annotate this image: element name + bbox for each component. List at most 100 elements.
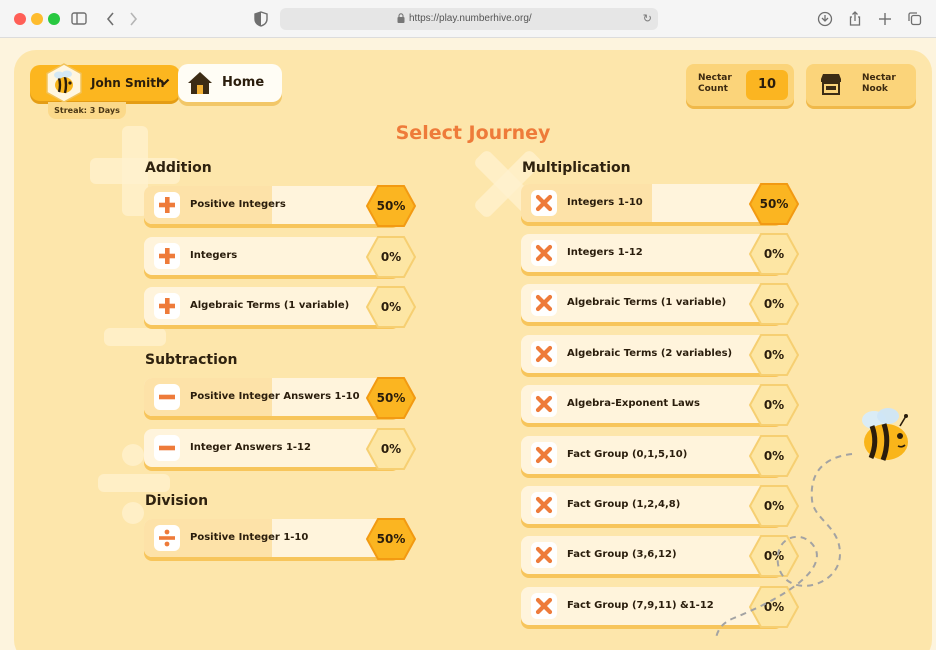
progress-badge: 50%: [366, 377, 416, 419]
streak-badge: Streak: 3 Days: [48, 102, 126, 119]
window-minimize-button[interactable]: [31, 13, 43, 25]
window-close-button[interactable]: [14, 13, 26, 25]
divide-dot-decoration: [122, 502, 144, 524]
journey-label: Positive Integer 1-10: [190, 532, 309, 543]
progress-track: [521, 184, 783, 222]
journey-row[interactable]: Integers 0%: [144, 236, 416, 279]
journey-label: Integers 1-10: [567, 197, 643, 208]
home-label: Home: [222, 75, 265, 90]
progress-percent: 50%: [759, 197, 789, 211]
journey-label: Integer Answers 1-12: [190, 442, 311, 453]
progress-percent: 50%: [376, 532, 406, 546]
journey-label: Fact Group (7,9,11) &1-12: [567, 600, 714, 611]
journey-label: Fact Group (1,2,4,8): [567, 499, 681, 510]
journey-label: Integers: [190, 250, 238, 261]
progress-percent: 0%: [763, 348, 785, 362]
journey-row[interactable]: Algebraic Terms (1 variable) 0%: [521, 283, 799, 326]
divide-decoration: [98, 474, 170, 492]
journey-row[interactable]: Algebraic Terms (1 variable) 0%: [144, 286, 416, 329]
journey-label: Fact Group (3,6,12): [567, 549, 677, 560]
progress-badge: 0%: [749, 233, 799, 275]
minus-decoration: [104, 328, 166, 346]
nectar-count-label: Nectar Count: [698, 73, 732, 94]
tab-overview-icon[interactable]: [904, 8, 926, 30]
nectar-nook-label: Nectar Nook: [862, 73, 896, 94]
lock-icon: [397, 13, 405, 23]
times-icon: [531, 341, 557, 367]
progress-badge: 0%: [366, 286, 416, 328]
journey-label: Algebraic Terms (1 variable): [190, 300, 350, 311]
journey-row[interactable]: Positive Integer Answers 1-10 50%: [144, 377, 416, 420]
chevron-down-icon: [158, 78, 170, 86]
page-title: Select Journey: [395, 122, 551, 144]
section-title-addition: Addition: [145, 160, 212, 176]
privacy-shield-icon[interactable]: [250, 8, 272, 30]
progress-badge: 0%: [749, 283, 799, 325]
times-icon: [531, 290, 557, 316]
nectar-count-panel: Nectar Count 10: [686, 64, 794, 106]
user-menu-button[interactable]: John Smith: [30, 63, 180, 103]
progress-badge: 0%: [366, 236, 416, 278]
nectar-nook-button[interactable]: Nectar Nook: [806, 64, 916, 106]
progress-percent: 0%: [763, 297, 785, 311]
journey-row[interactable]: Algebraic Terms (2 variables) 0%: [521, 334, 799, 377]
section-title-subtraction: Subtraction: [145, 352, 238, 368]
section-title-multiplication: Multiplication: [522, 160, 631, 176]
user-name: John Smith: [91, 76, 165, 90]
sidebar-toggle-icon[interactable]: [68, 8, 90, 30]
back-icon[interactable]: [100, 8, 122, 30]
forward-icon[interactable]: [122, 8, 144, 30]
journey-row[interactable]: Integers 1-10 50%: [521, 183, 799, 226]
journey-row[interactable]: Integers 1-12 0%: [521, 233, 799, 276]
new-tab-icon[interactable]: [874, 8, 896, 30]
journey-label: Algebraic Terms (2 variables): [567, 348, 733, 359]
bee-flight-path: [715, 453, 853, 639]
progress-percent: 50%: [376, 391, 406, 405]
progress-percent: 0%: [763, 398, 785, 412]
progress-badge: 0%: [366, 428, 416, 470]
home-button[interactable]: Home: [178, 64, 282, 102]
journey-row[interactable]: Positive Integers 50%: [144, 185, 416, 228]
browser-toolbar: https://play.numberhive.org/ ↻: [0, 0, 936, 38]
divide-dot-decoration: [122, 444, 144, 466]
minus-icon: [154, 384, 180, 410]
section-title-division: Division: [145, 493, 209, 509]
bee-avatar-icon: [46, 63, 82, 103]
progress-percent: 0%: [380, 442, 402, 456]
journey-label: Positive Integers: [190, 199, 286, 210]
times-icon: [531, 391, 557, 417]
journey-row[interactable]: Positive Integer 1-10 50%: [144, 518, 416, 561]
times-icon: [531, 492, 557, 518]
progress-percent: 0%: [380, 300, 402, 314]
minus-icon: [154, 435, 180, 461]
shop-icon: [821, 74, 841, 95]
progress-track: [521, 234, 783, 272]
progress-percent: 50%: [376, 199, 406, 213]
progress-badge: 50%: [366, 518, 416, 560]
plus-icon: [154, 192, 180, 218]
progress-track: [144, 237, 400, 275]
journey-label: Fact Group (0,1,5,10): [567, 449, 688, 460]
app-viewport: John Smith Streak: 3 Days Home Nectar Cou…: [0, 38, 936, 650]
download-icon[interactable]: [814, 8, 836, 30]
progress-percent: 0%: [380, 250, 402, 264]
home-icon: [188, 72, 212, 94]
window-maximize-button[interactable]: [48, 13, 60, 25]
progress-badge: 50%: [366, 185, 416, 227]
journey-label: Integers 1-12: [567, 247, 643, 258]
progress-badge: 0%: [749, 384, 799, 426]
journey-label: Positive Integer Answers 1-10: [190, 391, 360, 402]
url-text: https://play.numberhive.org/: [409, 13, 532, 24]
address-bar[interactable]: https://play.numberhive.org/ ↻: [280, 8, 658, 30]
progress-badge: 0%: [749, 334, 799, 376]
journey-row[interactable]: Integer Answers 1-12 0%: [144, 428, 416, 471]
reload-icon[interactable]: ↻: [643, 8, 652, 30]
journey-row[interactable]: Algebra-Exponent Laws 0%: [521, 384, 799, 427]
share-icon[interactable]: [844, 8, 866, 30]
divide-icon: [154, 525, 180, 551]
nectar-count-value: 10: [746, 70, 788, 100]
plus-icon: [154, 243, 180, 269]
journey-panel: John Smith Streak: 3 Days Home Nectar Cou…: [14, 50, 932, 650]
times-icon: [531, 190, 557, 216]
plus-icon: [154, 293, 180, 319]
